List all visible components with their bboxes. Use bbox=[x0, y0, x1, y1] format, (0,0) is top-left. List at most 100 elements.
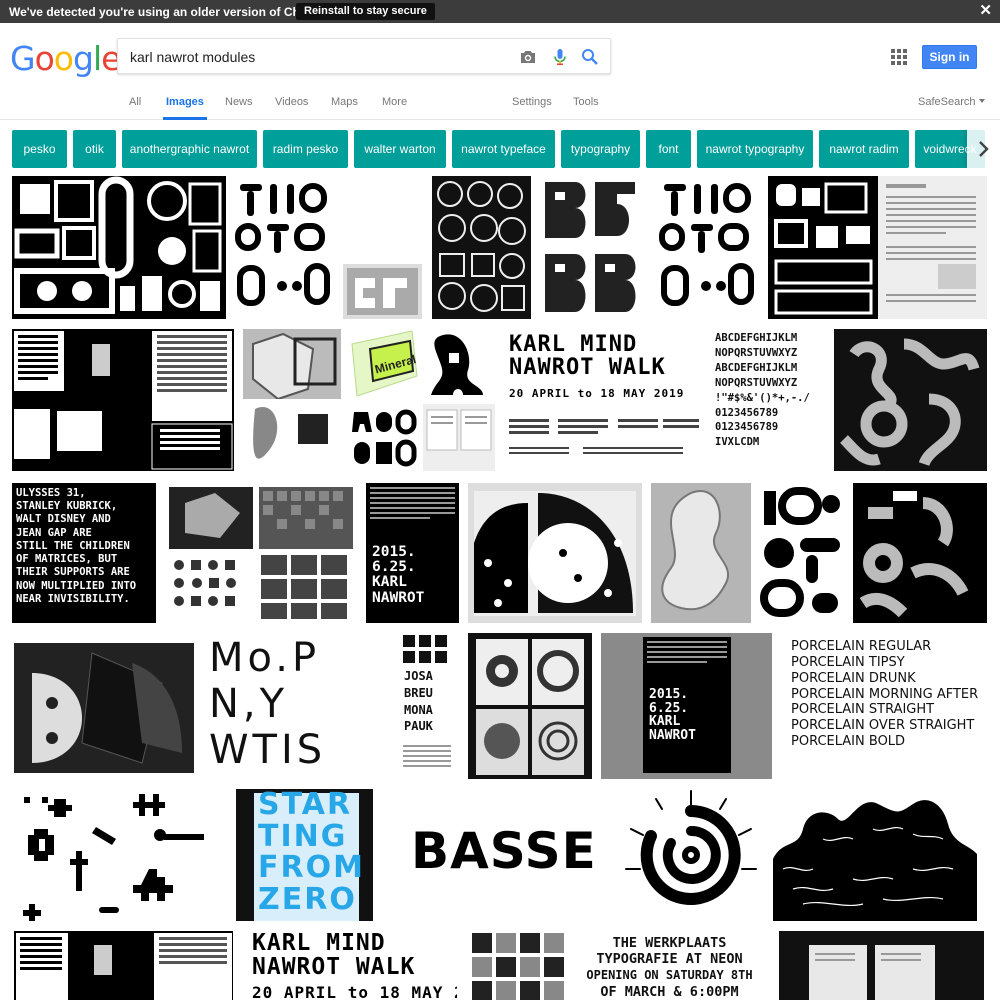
tab-images[interactable]: Images bbox=[163, 96, 207, 120]
image-result[interactable] bbox=[621, 789, 761, 921]
image-result[interactable] bbox=[834, 329, 987, 471]
search-input[interactable] bbox=[130, 47, 510, 67]
reinstall-button[interactable]: Reinstall to stay secure bbox=[296, 3, 435, 20]
image-result[interactable] bbox=[537, 176, 646, 319]
image-result[interactable] bbox=[768, 176, 987, 319]
logo-letter: o bbox=[53, 39, 74, 78]
chip-nawrot-typography[interactable]: nawrot typography bbox=[697, 130, 813, 168]
chip-walter-warton[interactable]: walter warton bbox=[354, 130, 446, 168]
tab-tools[interactable]: Tools bbox=[573, 96, 599, 108]
chip-anothergraphic-nawrot[interactable]: anothergraphic nawrot bbox=[122, 130, 257, 168]
ulysses-line: NEAR INVISIBILITY. bbox=[16, 592, 130, 605]
image-result[interactable] bbox=[468, 483, 642, 623]
image-result[interactable] bbox=[779, 931, 984, 1000]
tab-news[interactable]: News bbox=[225, 96, 253, 108]
image-result[interactable]: PORCELAIN REGULAR PORCELAIN TIPSY PORCEL… bbox=[781, 633, 987, 779]
image-result[interactable] bbox=[343, 264, 422, 319]
image-result[interactable] bbox=[165, 483, 357, 623]
apps-grid-icon[interactable] bbox=[891, 49, 907, 65]
image-result[interactable]: KARL MIND NAWROT WALK 20 APRIL to 18 MAY… bbox=[503, 329, 705, 471]
image-result[interactable] bbox=[350, 404, 420, 471]
chevron-right-icon bbox=[979, 141, 989, 157]
poster-line: TING bbox=[258, 818, 348, 854]
logo-letter: G bbox=[10, 39, 36, 78]
image-result[interactable] bbox=[853, 483, 987, 623]
glyph-line: Mo.P bbox=[209, 635, 321, 681]
poster-line: TYPOGRAFIE AT NEON bbox=[596, 951, 743, 968]
tab-more[interactable]: More bbox=[382, 96, 407, 108]
image-result[interactable] bbox=[12, 329, 234, 471]
poster-line: NAWROT WALK bbox=[252, 954, 416, 981]
safesearch-dropdown[interactable]: SafeSearch bbox=[918, 96, 985, 108]
basse-text: BASSE bbox=[411, 822, 597, 880]
microphone-icon[interactable] bbox=[550, 47, 570, 67]
chip-font[interactable]: font bbox=[646, 130, 691, 168]
image-result[interactable] bbox=[243, 329, 341, 471]
specimen-line: PORCELAIN OVER STRAIGHT bbox=[791, 718, 975, 734]
glyph-line: WTIS bbox=[209, 727, 327, 773]
chip-otik[interactable]: otik bbox=[73, 130, 116, 168]
image-results-grid: Mineral KARL MIND NAWROT WALK 20 APRIL t… bbox=[0, 176, 1000, 1000]
chip-radim-pesko[interactable]: radim pesko bbox=[263, 130, 348, 168]
poster-line: 2015. bbox=[372, 544, 416, 560]
date-poster-text: 2015. 6.25. KARL NAWROT bbox=[601, 633, 772, 779]
chip-nawrot-radim[interactable]: nawrot radim bbox=[819, 130, 909, 168]
chip-scroll-next-button[interactable] bbox=[967, 129, 1000, 168]
image-result[interactable]: ULYSSES 31, STANLEY KUBRICK, WALT DISNEY… bbox=[12, 483, 156, 623]
image-result[interactable]: JOSA BREU MONA PAUK bbox=[401, 633, 454, 779]
image-result[interactable]: THE WERKPLAATS TYPOGRAFIE AT NEON OPENIN… bbox=[574, 931, 761, 1000]
ulysses-line: STILL THE CHILDREN bbox=[16, 539, 130, 552]
image-result[interactable] bbox=[12, 176, 226, 319]
image-result[interactable] bbox=[651, 483, 751, 623]
image-result[interactable]: KARL MIND NAWROT WALK 20 APRIL to 18 MAY… bbox=[248, 931, 457, 1000]
image-result[interactable] bbox=[656, 176, 758, 319]
porcelain-specimen-text: PORCELAIN REGULAR PORCELAIN TIPSY PORCEL… bbox=[781, 633, 987, 779]
search-header: Google Sign in All Images News Videos Ma… bbox=[0, 23, 1000, 120]
specimen-line: 0123456789 bbox=[715, 421, 779, 434]
image-result[interactable]: ABCDEFGHIJKLM NOPQRSTUVWXYZ ABCDEFGHIJKL… bbox=[713, 329, 826, 471]
glyph-line: JOSA bbox=[404, 669, 433, 683]
poster-line: KARL bbox=[372, 574, 407, 591]
image-result[interactable]: 2015. 6.25. KARL NAWROT bbox=[601, 633, 772, 779]
image-result[interactable] bbox=[773, 789, 987, 921]
image-result[interactable] bbox=[14, 931, 233, 1000]
google-logo[interactable]: Google bbox=[10, 39, 121, 78]
poster-line: 20 APRIL to 18 MAY 2019 bbox=[252, 983, 457, 1000]
image-result[interactable] bbox=[760, 483, 845, 623]
image-result[interactable] bbox=[232, 176, 336, 319]
logo-letter: l bbox=[92, 39, 102, 78]
image-result[interactable]: 2015. 6.25. KARL NAWROT bbox=[366, 483, 459, 623]
werkplaats-text: THE WERKPLAATS TYPOGRAFIE AT NEON OPENIN… bbox=[574, 931, 761, 1000]
image-result[interactable] bbox=[423, 404, 495, 471]
tab-all[interactable]: All bbox=[129, 96, 141, 108]
image-result[interactable] bbox=[423, 329, 495, 400]
search-icon[interactable] bbox=[580, 47, 600, 67]
tab-videos[interactable]: Videos bbox=[275, 96, 308, 108]
image-result[interactable] bbox=[14, 789, 220, 921]
image-result[interactable] bbox=[470, 931, 565, 1000]
image-result[interactable] bbox=[468, 633, 592, 779]
tab-settings[interactable]: Settings bbox=[512, 96, 552, 108]
poster-line: KARL MIND bbox=[252, 931, 386, 956]
ulysses-line: OF MATRICES, BUT bbox=[16, 553, 118, 566]
chip-pesko[interactable]: pesko bbox=[12, 130, 67, 168]
poster-line: FROM bbox=[258, 850, 365, 885]
chip-nawrot-typeface[interactable]: nawrot typeface bbox=[452, 130, 555, 168]
camera-icon[interactable] bbox=[518, 47, 538, 67]
image-result[interactable]: STAR TING FROM ZERO bbox=[236, 789, 373, 921]
search-tabs: All Images News Videos Maps More Setting… bbox=[0, 94, 1000, 120]
image-result[interactable] bbox=[12, 633, 196, 779]
image-result[interactable]: Mineral bbox=[350, 329, 420, 400]
mopn-text: Mo.P N,Y WTIS bbox=[205, 633, 386, 779]
tab-maps[interactable]: Maps bbox=[331, 96, 358, 108]
close-icon[interactable]: ✕ bbox=[979, 3, 992, 19]
chip-typography[interactable]: typography bbox=[561, 130, 640, 168]
poster-line: 6.25. bbox=[372, 559, 416, 576]
specimen-line: PORCELAIN MORNING AFTER bbox=[791, 686, 979, 702]
image-result[interactable]: Mo.P N,Y WTIS bbox=[205, 633, 386, 779]
sign-in-button[interactable]: Sign in bbox=[922, 45, 977, 69]
image-result[interactable]: BASSE bbox=[381, 789, 612, 921]
specimen-line: ABCDEFGHIJKLM bbox=[715, 361, 798, 374]
image-result[interactable] bbox=[432, 176, 531, 319]
logo-letter: o bbox=[34, 39, 55, 78]
